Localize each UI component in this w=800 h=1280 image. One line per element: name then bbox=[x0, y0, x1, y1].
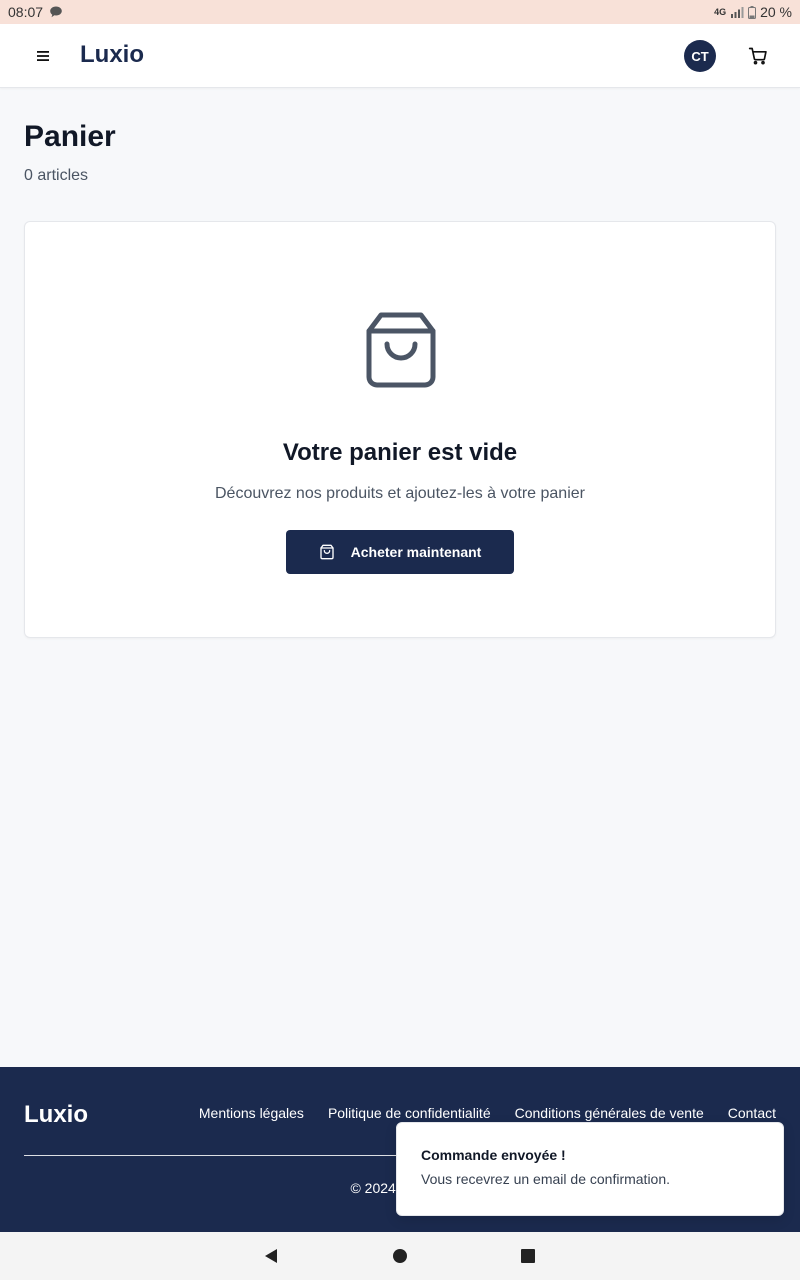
empty-cart-title: Votre panier est vide bbox=[282, 439, 518, 466]
empty-cart-card: Votre panier est vide Découvrez nos prod… bbox=[24, 221, 776, 638]
footer-brand[interactable]: Luxio bbox=[24, 1101, 88, 1129]
menu-icon bbox=[37, 51, 49, 61]
shop-now-label: Acheter maintenant bbox=[350, 544, 482, 560]
empty-cart-subtitle: Découvrez nos produits et ajoutez-les à … bbox=[215, 485, 585, 502]
network-label: 4G bbox=[714, 6, 727, 17]
footer-link-privacy[interactable]: Politique de confidentialité bbox=[328, 1105, 491, 1121]
footer-link-legal[interactable]: Mentions légales bbox=[199, 1105, 304, 1121]
toast-notification[interactable]: Commande envoyée ! Vous recevrez un emai… bbox=[396, 1122, 784, 1216]
home-circle-icon bbox=[393, 1249, 407, 1263]
system-nav-bar bbox=[0, 1232, 800, 1280]
recents-square-icon bbox=[521, 1249, 535, 1263]
footer-links: Mentions légales Politique de confidenti… bbox=[199, 1105, 776, 1121]
back-triangle-icon bbox=[265, 1249, 277, 1263]
toast-message: Vous recevrez un email de confirmation. bbox=[421, 1171, 671, 1187]
toast-title: Commande envoyée ! bbox=[421, 1147, 566, 1163]
network-4g-icon: 4G bbox=[714, 6, 727, 17]
status-bar: 08:07 4G 20 % bbox=[0, 0, 800, 24]
battery-icon bbox=[748, 5, 757, 19]
user-avatar[interactable]: CT bbox=[684, 40, 716, 72]
shop-now-button[interactable]: Acheter maintenant bbox=[286, 530, 514, 574]
status-right: 4G 20 % bbox=[714, 4, 792, 20]
signal-icon bbox=[730, 6, 744, 18]
nav-home-button[interactable] bbox=[388, 1244, 412, 1268]
cart-item-count: 0 articles bbox=[24, 167, 89, 184]
battery-percent: 20 % bbox=[760, 4, 792, 20]
status-time: 08:07 bbox=[8, 4, 44, 20]
chat-notification-icon bbox=[49, 5, 63, 19]
shopping-bag-icon bbox=[366, 312, 436, 388]
menu-button[interactable] bbox=[28, 42, 58, 70]
nav-back-button[interactable] bbox=[258, 1244, 284, 1268]
shopping-bag-small-icon bbox=[319, 544, 334, 560]
cart-button[interactable] bbox=[744, 42, 772, 70]
cart-icon bbox=[748, 47, 767, 65]
footer-link-contact[interactable]: Contact bbox=[728, 1105, 776, 1121]
status-left: 08:07 bbox=[8, 4, 63, 20]
brand-logo[interactable]: Luxio bbox=[80, 41, 144, 69]
page-title: Panier bbox=[24, 120, 116, 153]
app-header: Luxio CT bbox=[0, 24, 800, 88]
nav-recents-button[interactable] bbox=[516, 1244, 540, 1268]
footer-link-terms[interactable]: Conditions générales de vente bbox=[515, 1105, 704, 1121]
